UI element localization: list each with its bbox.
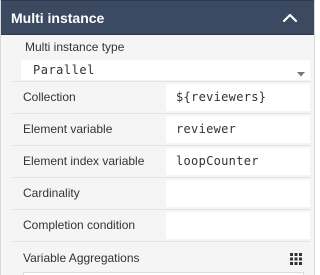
- element-index-variable-input[interactable]: loopCounter: [166, 148, 310, 175]
- multi-instance-type-select[interactable]: Parallel: [21, 60, 310, 80]
- completion-condition-row: Completion condition: [13, 209, 310, 241]
- variable-aggregations-row: Variable Aggregations: [13, 241, 310, 275]
- multi-instance-type-label: Multi instance type: [25, 40, 125, 54]
- collection-row: Collection ${reviewers}: [13, 81, 310, 113]
- grid-icon[interactable]: [290, 252, 302, 265]
- completion-condition-label: Completion condition: [23, 218, 136, 232]
- collection-label: Collection: [23, 90, 76, 104]
- element-variable-input[interactable]: reviewer: [166, 116, 310, 143]
- completion-condition-input[interactable]: [166, 212, 310, 239]
- collection-input[interactable]: ${reviewers}: [166, 84, 310, 111]
- chevron-up-icon[interactable]: [280, 9, 300, 27]
- cardinality-label: Cardinality: [23, 186, 80, 200]
- multi-instance-type-field: Multi instance type Parallel: [13, 36, 310, 81]
- cardinality-input[interactable]: [166, 180, 310, 207]
- multi-instance-type-value: Parallel: [33, 63, 95, 77]
- variable-aggregations-label: Variable Aggregations: [23, 251, 140, 265]
- caret-down-icon: [296, 65, 306, 77]
- element-variable-value: reviewer: [176, 122, 237, 136]
- section-header[interactable]: Multi instance: [1, 0, 314, 35]
- cardinality-row: Cardinality: [13, 177, 310, 209]
- section-title: Multi instance: [11, 10, 105, 26]
- element-index-variable-label: Element index variable: [23, 154, 145, 168]
- element-index-variable-value: loopCounter: [176, 154, 259, 168]
- element-variable-row: Element variable reviewer: [13, 113, 310, 145]
- multi-instance-panel: Multi instance Multi instance type Paral…: [0, 0, 315, 275]
- element-index-variable-row: Element index variable loopCounter: [13, 145, 310, 177]
- collection-value: ${reviewers}: [176, 90, 267, 104]
- element-variable-label: Element variable: [23, 122, 113, 136]
